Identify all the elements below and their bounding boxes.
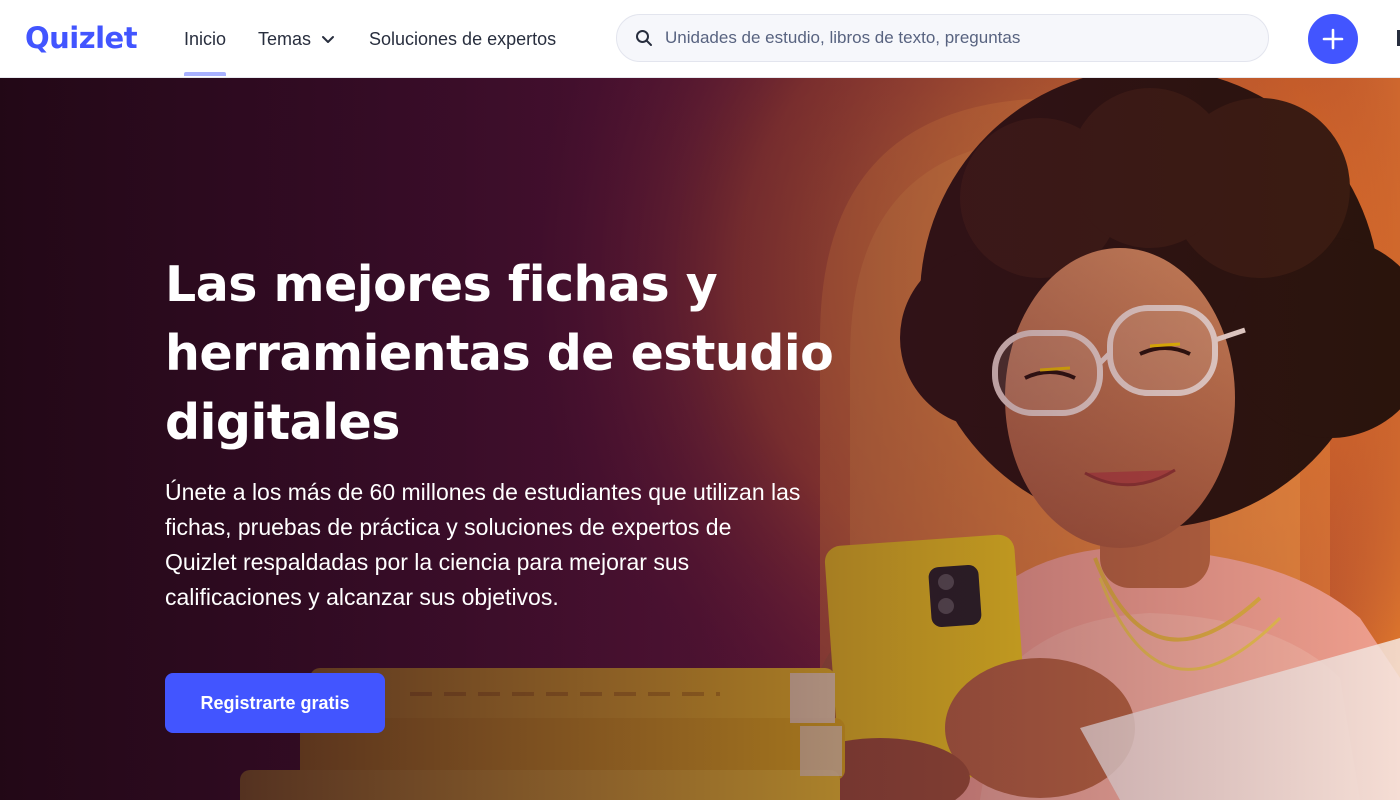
nav-inicio-label: Inicio	[184, 29, 227, 49]
hero-description-line: calificaciones y alcanzar sus objetivos.	[165, 584, 559, 610]
create-button[interactable]	[1308, 14, 1358, 64]
hero-description: Únete a los más de 60 millones de estudi…	[165, 475, 885, 615]
hero-headline-line: herramientas de estudio	[165, 325, 834, 382]
hero-headline: Las mejores fichas y herramientas de est…	[165, 250, 865, 457]
hero-description-line: fichas, pruebas de práctica y soluciones…	[165, 514, 732, 540]
nav-inicio[interactable]: Inicio	[184, 20, 227, 76]
sign-up-free-button[interactable]: Registrarte gratis	[165, 673, 385, 733]
top-navigation-bar: Quizlet Inicio Temas Soluciones de exper…	[0, 0, 1400, 78]
hero-description-line: Quizlet respaldadas por la ciencia para …	[165, 549, 690, 575]
search-input[interactable]: Unidades de estudio, libros de texto, pr…	[665, 28, 1020, 48]
active-tab-indicator	[184, 72, 227, 76]
hero-section: Las mejores fichas y herramientas de est…	[0, 78, 1400, 800]
chevron-down-icon	[322, 36, 335, 43]
plus-icon	[1322, 28, 1344, 50]
hero-headline-line: Las mejores fichas y	[165, 256, 718, 313]
nav-temas-dropdown[interactable]: Temas	[258, 20, 335, 58]
search-bar[interactable]: Unidades de estudio, libros de texto, pr…	[616, 14, 1269, 62]
nav-temas-label: Temas	[258, 29, 312, 49]
search-icon	[636, 30, 652, 46]
nav-soluciones-expertos[interactable]: Soluciones de expertos	[369, 20, 556, 58]
hero-description-line: Únete a los más de 60 millones de estudi…	[165, 479, 801, 505]
hero-headline-line: digitales	[165, 394, 400, 451]
quizlet-logo[interactable]: Quizlet	[25, 18, 138, 58]
